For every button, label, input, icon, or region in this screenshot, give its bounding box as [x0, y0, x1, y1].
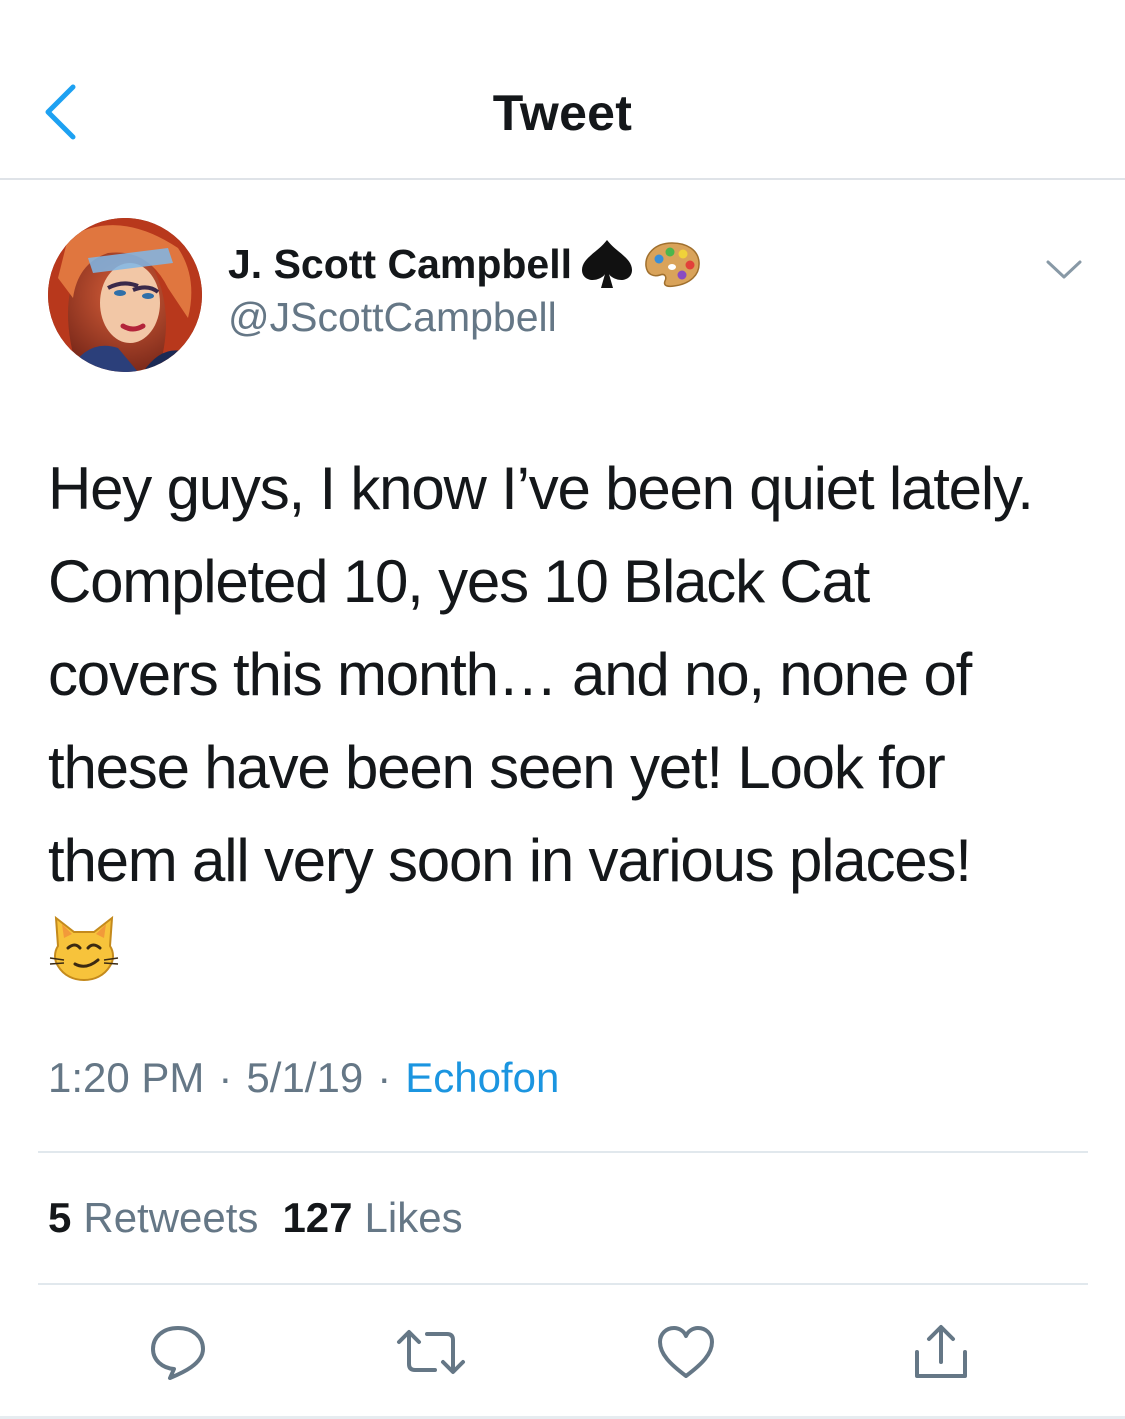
share-button[interactable]	[905, 1316, 977, 1388]
reply-button[interactable]	[142, 1316, 214, 1388]
tweet-source-link[interactable]: Echofon	[405, 1054, 559, 1102]
retweets-count: 5	[48, 1194, 72, 1241]
likes-stat[interactable]: 127 Likes	[282, 1194, 462, 1242]
tweet-text-line: these have been seen yet! Look for	[48, 734, 946, 801]
like-button[interactable]	[650, 1316, 722, 1388]
author-handle[interactable]: @JScottCampbell	[228, 294, 557, 341]
avatar-image	[48, 218, 202, 372]
avatar[interactable]	[48, 218, 202, 372]
artist-palette-icon	[642, 239, 702, 289]
retweet-button[interactable]	[395, 1316, 467, 1388]
author-display-name: J. Scott Campbell	[228, 240, 573, 287]
likes-label: Likes	[364, 1194, 463, 1241]
tweet-text: Hey guys, I know I’ve been quiet lately.…	[48, 442, 1098, 907]
divider	[38, 1151, 1088, 1153]
divider	[38, 1283, 1088, 1285]
tweet-text-line: them all very soon in various places!	[48, 827, 972, 894]
likes-count: 127	[282, 1194, 353, 1241]
retweets-stat[interactable]: 5 Retweets	[48, 1194, 258, 1242]
like-icon	[658, 1326, 714, 1378]
tweet-stats: 5 Retweets 127 Likes	[48, 1194, 487, 1242]
more-options-button[interactable]	[1040, 250, 1088, 290]
nav-bar: Tweet	[0, 0, 1125, 180]
tweet-text-line: Completed 10, yes 10 Black Cat	[48, 548, 870, 615]
smirking-cat-icon	[48, 912, 120, 984]
spade-suit-icon	[574, 236, 640, 292]
tweet-meta: 1:20 PM · 5/1/19 · Echofon	[48, 1054, 559, 1102]
meta-separator: ·	[377, 1054, 392, 1101]
page-title: Tweet	[492, 85, 633, 141]
share-icon	[915, 1325, 967, 1378]
tweet-time: 1:20 PM	[48, 1054, 205, 1101]
retweets-label: Retweets	[83, 1194, 259, 1241]
tweet-text-line: covers this month… and no, none of	[48, 641, 972, 708]
author-name-row[interactable]: J. Scott Campbell	[228, 236, 702, 292]
reply-icon	[151, 1326, 205, 1380]
action-bar	[0, 1316, 1125, 1388]
tweet-date: 5/1/19	[246, 1054, 364, 1101]
meta-separator: ·	[218, 1054, 233, 1101]
chevron-down-icon	[1046, 260, 1082, 279]
tweet-text-line: Hey guys, I know I’ve been quiet lately.	[48, 455, 1034, 522]
retweet-icon	[397, 1330, 465, 1374]
